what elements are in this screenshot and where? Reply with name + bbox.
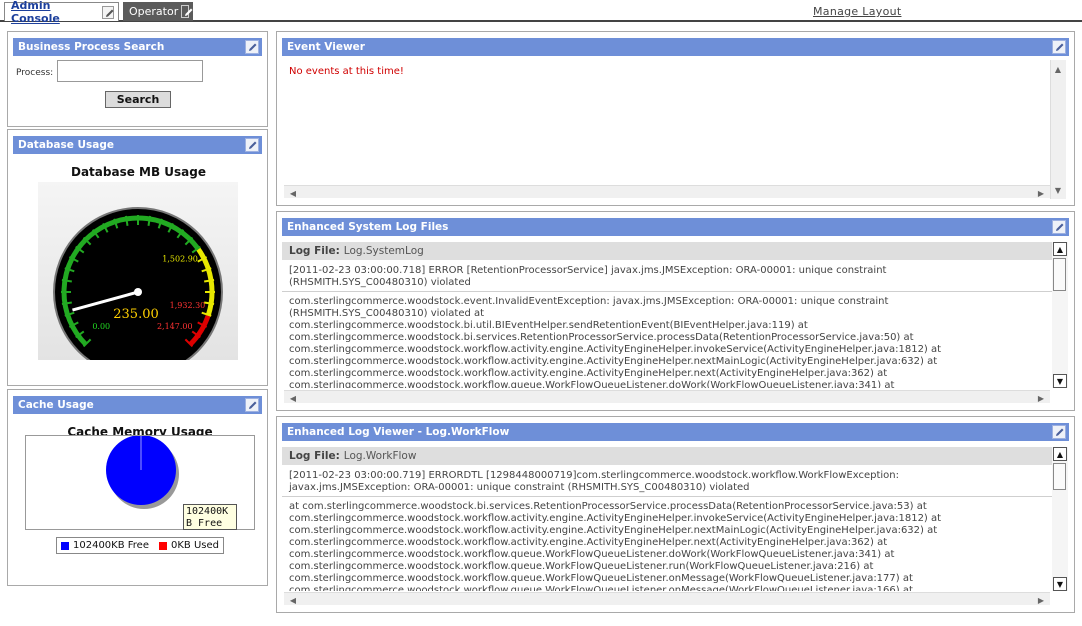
log-file-label: Log File: [289, 450, 340, 462]
no-events-message: No events at this time! [289, 66, 404, 77]
scroll-right-arrow-icon[interactable]: ▶ [1034, 186, 1048, 200]
gauge-tick-label: 1,932.30 [170, 301, 206, 310]
edit-portlet-icon[interactable] [1052, 425, 1066, 439]
portlet-title: Event Viewer [287, 41, 365, 53]
pie-legend: 102400KB Free 0KB Used [56, 537, 224, 554]
portlet-header: Enhanced Log Viewer - Log.WorkFlow [282, 423, 1069, 441]
legend-swatch-used [159, 541, 167, 550]
edit-portlet-icon[interactable] [245, 398, 259, 412]
scroll-down-arrow-icon[interactable]: ▼ [1053, 374, 1067, 388]
business-process-search-portlet: Business Process Search Process: Search [7, 31, 268, 127]
scroll-left-arrow-icon[interactable]: ◀ [286, 593, 300, 607]
event-viewer-portlet: Event Viewer No events at this time! ▲ ▼… [276, 31, 1075, 206]
portlet-title: Enhanced System Log Files [287, 221, 449, 233]
log-file-name: Log.WorkFlow [343, 450, 417, 462]
process-input[interactable] [57, 60, 203, 82]
process-label: Process: [16, 68, 54, 78]
portlet-title: Enhanced Log Viewer - Log.WorkFlow [287, 426, 510, 438]
portlet-title: Database Usage [18, 139, 115, 151]
log-entry: com.sterlingcommerce.woodstock.event.Inv… [289, 296, 942, 388]
vertical-scrollbar[interactable]: ▲ ▼ [1050, 60, 1066, 199]
scroll-left-arrow-icon[interactable]: ◀ [286, 391, 300, 405]
horizontal-scrollbar[interactable]: ◀ ▶ [284, 592, 1050, 605]
gauge-background: 0.00 1,502.90 1,932.30 2,147.00 235.00 [38, 182, 238, 377]
scroll-up-arrow-icon[interactable]: ▲ [1051, 62, 1065, 76]
edit-portlet-icon[interactable] [245, 40, 259, 54]
event-list-area [282, 58, 1065, 198]
gauge-tick-label: 0.00 [92, 322, 110, 331]
vertical-scrollbar[interactable]: ▲ ▼ [1052, 447, 1068, 591]
log-entry: [2011-02-23 03:00:00.719] ERRORDTL [1298… [282, 467, 1052, 497]
manage-layout-link[interactable]: Manage Layout [813, 5, 901, 18]
database-gauge: 0.00 1,502.90 1,932.30 2,147.00235.00 [53, 207, 223, 377]
database-usage-portlet: Database Usage Database MB Usage 0.00 1,5… [7, 129, 268, 386]
tooltip-line-2: B Free [186, 518, 223, 529]
log-file-header: Log File: Log.WorkFlow [282, 447, 1052, 465]
top-tab-bar: Admin Console Operator Manage Layout [0, 0, 1082, 25]
scroll-down-arrow-icon[interactable]: ▼ [1053, 577, 1067, 591]
tab-operator[interactable]: Operator [123, 2, 193, 21]
portlet-header: Database Usage [13, 136, 262, 154]
workflow-log-portlet: Enhanced Log Viewer - Log.WorkFlow Log F… [276, 416, 1075, 613]
vertical-scrollbar[interactable]: ▲ ▼ [1052, 242, 1068, 388]
legend-label-used: 0KB Used [171, 540, 219, 551]
log-file-name: Log.SystemLog [343, 245, 424, 257]
gauge-tick-label: 1,502.90 [162, 254, 198, 263]
scroll-right-arrow-icon[interactable]: ▶ [1034, 391, 1048, 405]
portlet-title: Cache Usage [18, 399, 94, 411]
scroll-right-arrow-icon[interactable]: ▶ [1034, 593, 1048, 607]
tab-admin-console[interactable]: Admin Console [4, 0, 119, 25]
pie-tooltip: 102400K B Free [183, 504, 237, 530]
scroll-thumb[interactable] [1053, 463, 1066, 490]
log-file-label: Log File: [289, 245, 340, 257]
edit-pencil-icon[interactable] [181, 5, 193, 18]
edit-portlet-icon[interactable] [1052, 40, 1066, 54]
scroll-left-arrow-icon[interactable]: ◀ [286, 186, 300, 200]
gauge-hub [134, 288, 142, 296]
tab-operator-label[interactable]: Operator [129, 5, 178, 18]
log-entry: at com.sterlingcommerce.woodstock.bi.ser… [289, 501, 942, 591]
log-file-header: Log File: Log.SystemLog [282, 242, 1052, 260]
edit-pencil-icon[interactable] [101, 5, 114, 19]
scroll-up-arrow-icon[interactable]: ▲ [1053, 242, 1067, 256]
edit-portlet-icon[interactable] [245, 138, 259, 152]
portlet-header: Event Viewer [282, 38, 1069, 56]
legend-label-free: 102400KB Free [73, 540, 149, 551]
chart-title: Database MB Usage [70, 165, 207, 179]
scroll-down-arrow-icon[interactable]: ▼ [1051, 183, 1065, 197]
portlet-title: Business Process Search [18, 41, 165, 53]
portlet-header: Cache Usage [13, 396, 262, 414]
portlet-header: Enhanced System Log Files [282, 218, 1069, 236]
tooltip-line-1: 102400K [186, 506, 229, 517]
scroll-up-arrow-icon[interactable]: ▲ [1053, 447, 1067, 461]
legend-swatch-free [61, 541, 69, 550]
scroll-thumb[interactable] [1053, 258, 1066, 291]
portlet-header: Business Process Search [13, 38, 262, 56]
horizontal-scrollbar[interactable]: ◀ ▶ [284, 390, 1050, 403]
search-button[interactable]: Search [105, 91, 171, 108]
gauge-tick-label: 2,147.00 [157, 322, 193, 331]
tab-admin-console-label[interactable]: Admin Console [11, 0, 99, 25]
log-entry: [2011-02-23 03:00:00.718] ERROR [Retenti… [282, 262, 1052, 292]
gauge-value-label: 235.00 [113, 307, 159, 322]
horizontal-scrollbar[interactable]: ◀ ▶ [284, 185, 1050, 198]
cache-usage-portlet: Cache Usage Cache Memory Usage 102400K B… [7, 389, 268, 586]
edit-portlet-icon[interactable] [1052, 220, 1066, 234]
system-log-portlet: Enhanced System Log Files Log File: Log.… [276, 211, 1075, 411]
